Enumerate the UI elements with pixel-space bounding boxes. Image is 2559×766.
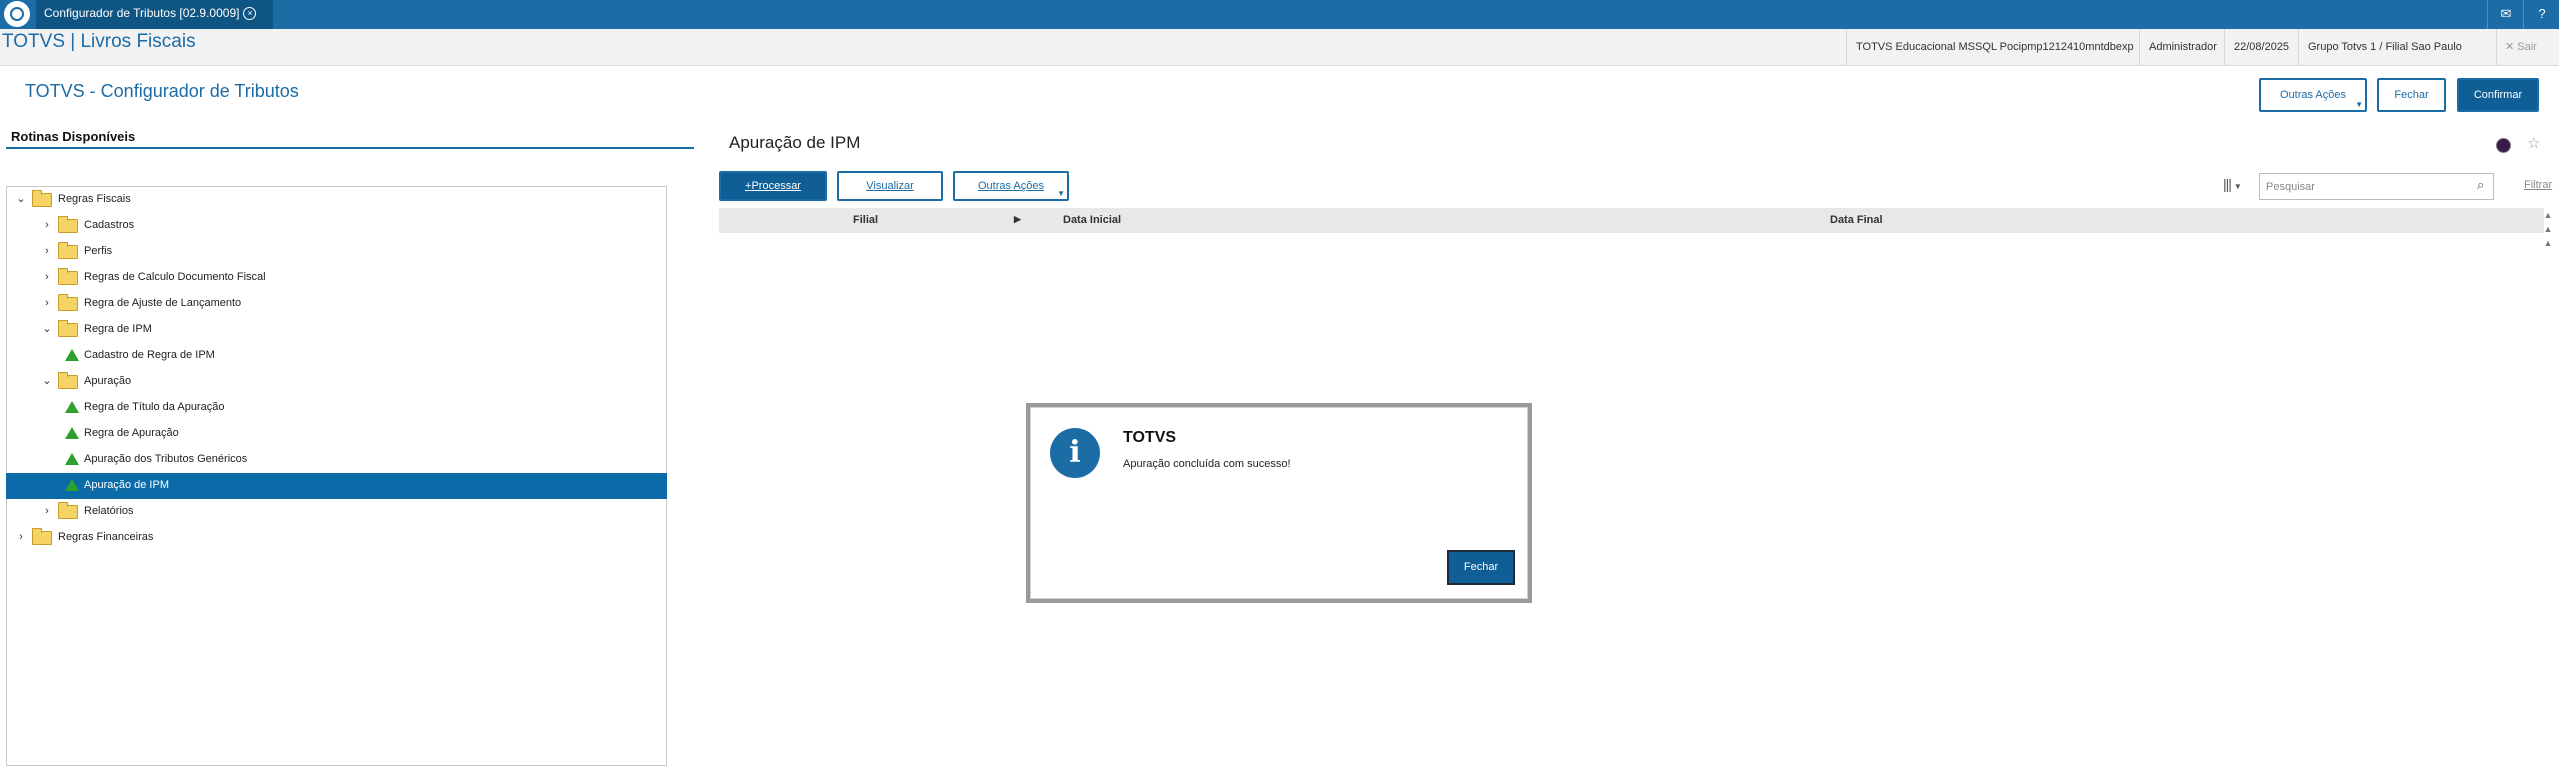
tree-item[interactable]: ⌄ Apuração [6,369,667,395]
grid-scrollbar[interactable]: ▲ ▲ ▲ [2541,208,2555,264]
status-dot-icon[interactable] [2496,138,2511,153]
chevron-right-icon[interactable]: › [42,271,52,283]
chevron-down-icon[interactable]: ⌄ [42,375,52,387]
tree-item-label: Regra de IPM [84,323,152,335]
confirm-button[interactable]: Confirmar [2457,78,2539,112]
favorite-star-icon[interactable]: ☆ [2527,134,2540,152]
brand-title: TOTVS | Livros Fiscais [2,31,196,52]
tree-item-label: Relatórios [84,505,134,517]
date-info[interactable]: 22/08/2025 [2224,29,2298,65]
tab-close-icon[interactable]: × [243,7,257,21]
chevron-right-icon[interactable]: › [42,297,52,309]
chevron-right-icon[interactable]: › [42,505,52,517]
tree-item-label: Perfis [84,245,113,257]
column-sort-icon[interactable]: ▶ [1014,214,1021,225]
environment-info[interactable]: TOTVS Educacional MSSQL Pocipmp1212410mn… [1846,29,2143,65]
routine-icon [65,453,79,465]
totvs-logo-icon [4,1,30,27]
folder-icon [58,242,78,259]
search-icon[interactable]: ⌕ [2477,177,2484,193]
dialog-title: TOTVS [1123,429,1177,446]
tree-item-label: Regras Fiscais [58,193,131,205]
folder-open-icon [58,320,78,337]
close-icon: ✕ [2505,41,2518,53]
tree-item[interactable]: › Relatórios [6,499,667,525]
other-actions-grid-button[interactable]: Outras Ações ▼ [953,171,1069,201]
filter-link[interactable]: Filtrar [2524,179,2552,191]
chevron-down-icon[interactable]: ⌄ [42,323,52,335]
tree-item-label: Regra de Ajuste de Lançamento [84,297,242,309]
tree-item-label: Apuração [84,375,132,387]
app-top-bar: Configurador de Tributos [02.9.0009] × ✉ … [0,0,2559,29]
tree-item-label: Regras de Calculo Documento Fiscal [84,271,266,283]
routines-title: Rotinas Disponíveis [11,129,136,144]
tree-item[interactable]: Regra de Título da Apuração [6,395,667,421]
tree-item-label: Regra de Título da Apuração [84,401,225,413]
tree-item-label: Apuração dos Tributos Genéricos [84,453,248,465]
other-actions-button[interactable]: Outras Ações ▼ [2259,78,2367,112]
folder-icon [58,268,78,285]
tree-item[interactable]: Apuração dos Tributos Genéricos [6,447,667,473]
tree-item[interactable]: › Perfis [6,239,667,265]
dropdown-arrow-icon: ▼ [1057,189,1065,198]
tab-title: Configurador de Tributos [02.9.0009] [44,6,240,20]
tree-item[interactable]: › Regras de Calculo Documento Fiscal [6,265,667,291]
process-button[interactable]: +Processar [719,171,827,201]
page-title: TOTVS - Configurador de Tributos [25,81,299,101]
tree-item[interactable]: Apuração de IPM [6,473,667,499]
info-dialog: i TOTVS Apuração concluída com sucesso! … [1026,403,1532,603]
chevron-right-icon[interactable]: › [16,531,26,543]
tree-item[interactable]: › Cadastros [6,213,667,239]
column-header-data-final[interactable]: Data Final [1830,214,1883,226]
chevron-down-icon[interactable]: ⌄ [16,193,26,205]
tree-item[interactable]: Cadastro de Regra de IPM [6,343,667,369]
logout-button[interactable]: ✕ Sair [2496,29,2537,65]
tree-item-label: Cadastros [84,219,135,231]
folder-open-icon [32,190,52,207]
info-icon: i [1050,428,1100,478]
chevron-right-icon[interactable]: › [42,219,52,231]
dialog-close-button[interactable]: Fechar [1447,550,1515,585]
columns-icon[interactable]: ||| ▼ [2223,176,2242,192]
dropdown-arrow-icon: ▼ [2355,100,2363,109]
column-header-filial[interactable]: Filial [853,214,878,226]
folder-icon [58,502,78,519]
folder-icon [58,294,78,311]
close-button[interactable]: Fechar [2377,78,2446,112]
title-underline [6,147,694,149]
tab-configurador-tributos[interactable]: Configurador de Tributos [02.9.0009] × [36,0,273,29]
grid-header: Filial ▶ Data Inicial Data Final [719,208,2544,233]
tree-item[interactable]: › Regra de Ajuste de Lançamento [6,291,667,317]
view-button[interactable]: Visualizar [837,171,943,201]
tree-item-label: Apuração de IPM [84,479,169,491]
routine-icon [65,427,79,439]
folder-icon [32,528,52,545]
dialog-message: Apuração concluída com sucesso! [1123,458,1291,470]
tree-item[interactable]: ⌄ Regras Fiscais [6,187,667,213]
tree-item[interactable]: ⌄ Regra de IPM [6,317,667,343]
mail-icon[interactable]: ✉ [2487,0,2524,29]
routine-icon [65,401,79,413]
tree-item-label: Cadastro de Regra de IPM [84,349,215,361]
company-info[interactable]: Grupo Totvs 1 / Filial Sao Paulo [2298,29,2471,65]
search-input[interactable] [2259,173,2494,200]
tree-item[interactable]: Regra de Apuração [6,421,667,447]
folder-icon [58,216,78,233]
user-info[interactable]: Administrador [2139,29,2226,65]
folder-open-icon [58,372,78,389]
routine-icon [65,479,79,491]
help-icon[interactable]: ? [2523,0,2559,29]
tree-item[interactable]: › Regras Financeiras [6,525,667,551]
column-header-data-inicial[interactable]: Data Inicial [1063,214,1121,226]
tree-item-label: Regra de Apuração [84,427,179,439]
chevron-right-icon[interactable]: › [42,245,52,257]
routine-title: Apuração de IPM [729,133,861,152]
tree-item-label: Regras Financeiras [58,531,154,543]
routine-icon [65,349,79,361]
